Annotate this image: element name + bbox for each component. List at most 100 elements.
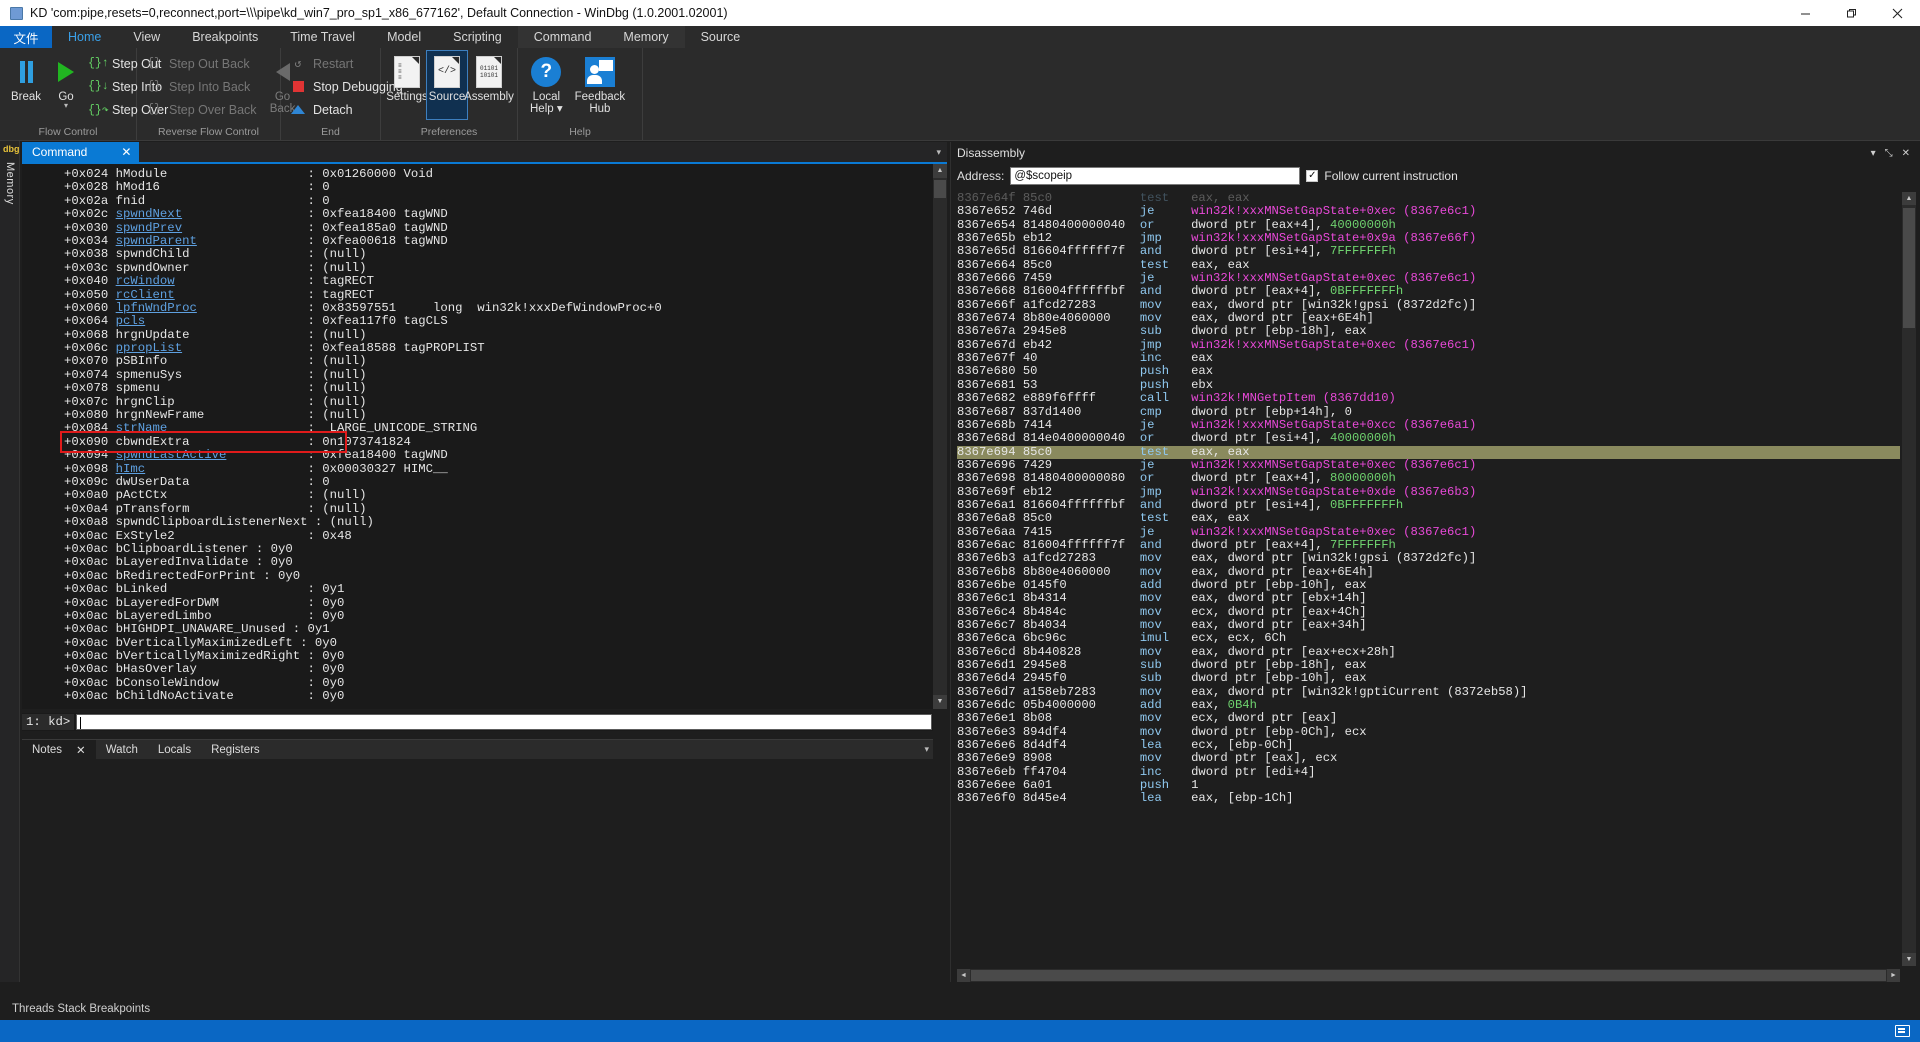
command-input[interactable] xyxy=(76,714,932,730)
step-out-back-button[interactable]: {} Step Out Back xyxy=(143,53,263,74)
go-button[interactable]: Go ▾ xyxy=(46,51,86,119)
disassembly-row[interactable]: 8367e6be 0145f0 add dword ptr [ebp-10h],… xyxy=(957,578,1900,592)
close-icon[interactable]: ✕ xyxy=(121,145,131,159)
chevron-down-icon[interactable]: ▾ xyxy=(936,147,941,158)
disassembly-row[interactable]: 8367e664 85c0 test eax, eax xyxy=(957,258,1900,272)
disassembly-row[interactable]: 8367e694 85c0 test eax, eax xyxy=(957,445,1900,459)
scroll-up-icon[interactable]: ▲ xyxy=(933,164,947,178)
disassembly-row[interactable]: 8367e6a8 85c0 test eax, eax xyxy=(957,512,1900,525)
address-input[interactable]: @$scopeip xyxy=(1010,167,1301,185)
disassembly-list[interactable]: 8367e64f 85c0 test eax, eax 8367e652 746d… xyxy=(957,192,1900,966)
scroll-thumb[interactable] xyxy=(1903,208,1915,328)
disassembly-row[interactable]: 8367e6c1 8b4314 mov eax, dword ptr [ebx+… xyxy=(957,592,1900,605)
disassembly-row[interactable]: 8367e6b3 a1fcd27283 mov eax, dword ptr [… xyxy=(957,552,1900,565)
disassembly-row[interactable]: 8367e6ac 816004ffffff7f and dword ptr [e… xyxy=(957,538,1900,552)
tab-registers[interactable]: Registers xyxy=(201,740,270,760)
scroll-up-icon[interactable]: ▲ xyxy=(1902,192,1916,205)
tab-command[interactable]: Command xyxy=(517,26,608,48)
disassembly-row[interactable]: 8367e6dc 05b4000000 add eax, 0B4h xyxy=(957,698,1900,712)
settings-button[interactable]: ≡ ≡ ≡ Settings xyxy=(386,51,428,119)
dock-item-memory[interactable]: Memory xyxy=(4,162,16,205)
tab-home[interactable]: Home xyxy=(52,26,117,48)
disassembly-row[interactable]: 8367e6e6 8d4df4 lea ecx, [ebp-0Ch] xyxy=(957,738,1900,752)
assembly-button[interactable]: 01101 10101 Assembly xyxy=(464,51,514,119)
disassembly-vertical-scrollbar[interactable]: ▲ ▼ xyxy=(1902,192,1916,966)
disassembly-row[interactable]: 8367e666 7459 je win32k!xxxMNSetGapState… xyxy=(957,271,1900,285)
tab-memory[interactable]: Memory xyxy=(607,26,685,48)
disassembly-row[interactable]: 8367e6d4 2945f0 sub dword ptr [ebp-10h],… xyxy=(957,672,1900,685)
disassembly-row[interactable]: 8367e68d 814e0400000040 or dword ptr [es… xyxy=(957,432,1900,445)
disassembly-row[interactable]: 8367e698 81480400000080 or dword ptr [ea… xyxy=(957,472,1900,485)
tab-model[interactable]: Model xyxy=(371,26,437,48)
disassembly-row[interactable]: 8367e6e3 894df4 mov dword ptr [ebp-0Ch],… xyxy=(957,725,1900,739)
disassembly-row[interactable]: 8367e6c7 8b4034 mov eax, dword ptr [eax+… xyxy=(957,618,1900,632)
disassembly-row[interactable]: 8367e668 816004ffffffbf and dword ptr [e… xyxy=(957,285,1900,298)
scroll-left-icon[interactable]: ◄ xyxy=(957,969,970,982)
disassembly-row[interactable]: 8367e66f a1fcd27283 mov eax, dword ptr [… xyxy=(957,298,1900,312)
disassembly-row[interactable]: 8367e67a 2945e8 sub dword ptr [ebp-18h],… xyxy=(957,325,1900,338)
go-dropdown-chevron-icon[interactable]: ▾ xyxy=(64,101,68,110)
disassembly-row[interactable]: 8367e6f0 8d45e4 lea eax, [ebp-1Ch] xyxy=(957,792,1900,805)
command-output[interactable]: +0x024 hModule : 0x01260000 Void +0x028 h… xyxy=(22,164,933,709)
disassembly-row[interactable]: 8367e6aa 7415 je win32k!xxxMNSetGapState… xyxy=(957,525,1900,539)
disassembly-row[interactable]: 8367e682 e889f6ffff call win32k!MNGetpIt… xyxy=(957,391,1900,405)
step-over-back-button[interactable]: {} Step Over Back xyxy=(143,99,263,120)
break-button[interactable]: Break xyxy=(6,51,46,119)
disassembly-row[interactable]: 8367e6ee 6a01 push 1 xyxy=(957,778,1900,792)
tab-source[interactable]: Source xyxy=(685,26,757,48)
disassembly-row[interactable]: 8367e67f 40 inc eax xyxy=(957,351,1900,365)
local-help-button[interactable]: ? Local Help ▾ xyxy=(524,51,569,119)
disassembly-row[interactable]: 8367e6d7 a158eb7283 mov eax, dword ptr [… xyxy=(957,685,1900,699)
tab-notes[interactable]: Notes ✕ xyxy=(22,739,96,760)
chevron-down-icon[interactable]: ▾ xyxy=(1871,148,1876,159)
disassembly-row[interactable]: 8367e6eb ff4704 inc dword ptr [edi+4] xyxy=(957,765,1900,779)
disassembly-row[interactable]: 8367e6c4 8b484c mov ecx, dword ptr [eax+… xyxy=(957,605,1900,619)
scroll-down-icon[interactable]: ▼ xyxy=(933,695,947,709)
follow-instruction-checkbox[interactable]: ✓ xyxy=(1306,170,1319,182)
disassembly-row[interactable]: 8367e687 837d1400 cmp dword ptr [ebp+14h… xyxy=(957,405,1900,419)
step-into-back-button[interactable]: {} Step Into Back xyxy=(143,76,263,97)
disassembly-row[interactable]: 8367e6e1 8b08 mov ecx, dword ptr [eax] xyxy=(957,712,1900,725)
disassembly-row[interactable]: 8367e6ca 6bc96c imul ecx, ecx, 6Ch xyxy=(957,632,1900,645)
tab-locals[interactable]: Locals xyxy=(148,740,201,760)
disassembly-row[interactable]: 8367e6e9 8908 mov dword ptr [eax], ecx xyxy=(957,752,1900,765)
close-button[interactable] xyxy=(1874,0,1920,26)
disassembly-row[interactable]: 8367e65d 816604ffffff7f and dword ptr [e… xyxy=(957,245,1900,258)
chevron-down-icon[interactable]: ▾ xyxy=(924,744,929,755)
disassembly-row[interactable]: 8367e696 7429 je win32k!xxxMNSetGapState… xyxy=(957,458,1900,472)
disassembly-row[interactable]: 8367e69f eb12 jmp win32k!xxxMNSetGapStat… xyxy=(957,485,1900,499)
disassembly-row[interactable]: 8367e6cd 8b440828 mov eax, dword ptr [ea… xyxy=(957,645,1900,659)
command-vertical-scrollbar[interactable]: ▲ ▼ xyxy=(933,164,947,709)
tab-view[interactable]: View xyxy=(117,26,176,48)
tab-watch[interactable]: Watch xyxy=(96,740,148,760)
source-button[interactable]: </> Source xyxy=(426,50,468,120)
close-icon[interactable]: ✕ xyxy=(76,743,86,757)
close-icon[interactable]: ✕ xyxy=(1902,148,1910,159)
tab-time-travel[interactable]: Time Travel xyxy=(274,26,371,48)
minimize-button[interactable] xyxy=(1782,0,1828,26)
tab-scripting[interactable]: Scripting xyxy=(437,26,518,48)
scroll-thumb[interactable] xyxy=(934,180,946,198)
feedback-hub-button[interactable]: Feedback Hub xyxy=(569,51,632,119)
disassembly-row[interactable]: 8367e654 81480400000040 or dword ptr [ea… xyxy=(957,218,1900,232)
disassembly-row[interactable]: 8367e680 50 push eax xyxy=(957,365,1900,378)
disassembly-row[interactable]: 8367e65b eb12 jmp win32k!xxxMNSetGapStat… xyxy=(957,231,1900,245)
scroll-thumb-horizontal[interactable] xyxy=(971,970,1886,981)
disassembly-row[interactable]: 8367e6d1 2945e8 sub dword ptr [ebp-18h],… xyxy=(957,658,1900,672)
notes-pane[interactable] xyxy=(22,759,933,982)
disassembly-row[interactable]: 8367e6a1 816604ffffffbf and dword ptr [e… xyxy=(957,498,1900,512)
disassembly-row[interactable]: 8367e64f 85c0 test eax, eax xyxy=(957,192,1900,205)
disassembly-row[interactable]: 8367e6b8 8b80e4060000 mov eax, dword ptr… xyxy=(957,565,1900,579)
scroll-right-icon[interactable]: ► xyxy=(1887,969,1900,982)
disassembly-row[interactable]: 8367e67d eb42 jmp win32k!xxxMNSetGapStat… xyxy=(957,338,1900,352)
disassembly-horizontal-scrollbar[interactable]: ◄ ► xyxy=(957,969,1900,982)
scroll-down-icon[interactable]: ▼ xyxy=(1902,953,1916,966)
tab-breakpoints[interactable]: Breakpoints xyxy=(176,26,274,48)
disassembly-row[interactable]: 8367e652 746d je win32k!xxxMNSetGapState… xyxy=(957,205,1900,218)
disassembly-row[interactable]: 8367e674 8b80e4060000 mov eax, dword ptr… xyxy=(957,311,1900,325)
notification-bell-icon[interactable] xyxy=(1895,1025,1910,1037)
disassembly-row[interactable]: 8367e68b 7414 je win32k!xxxMNSetGapState… xyxy=(957,418,1900,432)
tab-file[interactable]: 文件 xyxy=(0,26,52,48)
pin-icon[interactable]: ⤡ xyxy=(1885,148,1893,159)
disassembly-row[interactable]: 8367e681 53 push ebx xyxy=(957,378,1900,392)
